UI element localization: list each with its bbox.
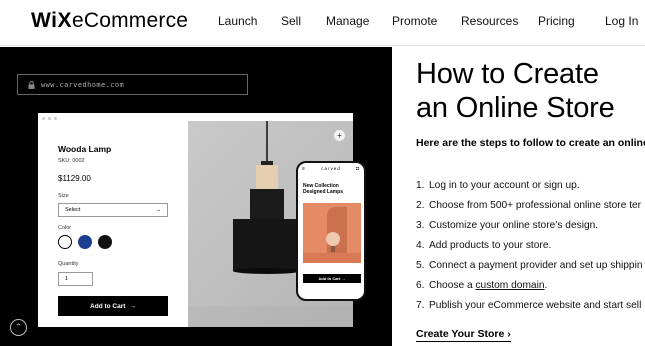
product-details-panel: Wooda Lamp SKU: 0002 $1129.00 Size Selec… [38, 121, 188, 327]
list-item: 4. Add products to your store. [416, 240, 552, 251]
bag-icon: ◘ [355, 166, 360, 172]
nav-manage[interactable]: Manage [326, 14, 369, 28]
lock-icon [28, 80, 35, 89]
page-title: How to Create an Online Store [416, 57, 645, 125]
chevron-down-icon: ⌄ [156, 207, 161, 213]
menu-icon: ≡ [302, 166, 306, 172]
add-to-cart-button[interactable]: Add to Cart → [58, 296, 168, 316]
size-label: Size [58, 193, 69, 199]
chevron-right-icon: › [507, 328, 511, 340]
phone-title-line2: Designed Lamps [303, 189, 344, 195]
list-item: 5. Connect a payment provider and set up … [416, 260, 643, 271]
list-item: 1. Log in to your account or sign up. [416, 180, 580, 191]
phone-lamp-image [303, 203, 361, 263]
page-title-line1: How to Create [416, 58, 599, 90]
add-to-cart-label: Add to Cart [90, 302, 126, 310]
quantity-label: Quantity [58, 261, 79, 267]
steps-list: 1. Log in to your account or sign up. 2. C… [416, 176, 643, 316]
color-swatch-blue[interactable] [78, 235, 92, 249]
create-your-store-label: Create Your Store [416, 328, 505, 340]
logo-ecommerce: eCommerce [71, 9, 189, 32]
zoom-plus-icon[interactable]: + [334, 130, 345, 141]
nav-promote[interactable]: Promote [392, 14, 437, 28]
phone-collection-title: New Collection Designed Lamps [303, 183, 343, 195]
product-sku: SKU: 0002 [58, 158, 85, 164]
scroll-up-icon[interactable]: ⌃ [10, 319, 27, 336]
color-swatch-black[interactable] [98, 235, 112, 249]
product-price: $1129.00 [58, 174, 91, 183]
window-dots [42, 117, 57, 120]
steps-intro: Here are the steps to follow to create a… [416, 137, 645, 149]
list-item: 6. Choose a custom domain. [416, 280, 548, 291]
quantity-input[interactable]: 1 [58, 272, 93, 286]
arrow-right-icon: → [129, 302, 136, 310]
custom-domain-link[interactable]: custom domain [475, 280, 544, 291]
color-swatch-white[interactable] [58, 235, 72, 249]
nav-launch[interactable]: Launch [218, 14, 257, 28]
phone-brand: carved [321, 166, 341, 171]
size-select-value: Select [65, 207, 81, 213]
phone-header: ≡ carved ◘ [298, 166, 364, 174]
nav-log-in[interactable]: Log In [605, 14, 638, 28]
top-navigation: WiXeCommerce Launch Sell Manage Promote … [0, 0, 645, 46]
list-item: 2. Choose from 500+ professional online s… [416, 200, 642, 211]
phone-add-to-cart-button[interactable]: Add to Cart → [303, 274, 361, 283]
color-label: Color [58, 225, 72, 231]
phone-add-to-cart-label: Add to Cart [318, 276, 341, 281]
nav-sell[interactable]: Sell [281, 14, 301, 28]
wix-ecommerce-logo[interactable]: WiXeCommerce [31, 9, 188, 33]
create-your-store-link[interactable]: Create Your Store › [416, 328, 511, 342]
list-item: 7. Publish your eCommerce website and sta… [416, 300, 642, 311]
logo-wix: WiX [31, 9, 72, 32]
browser-url-bar: www.carvedhome.com [17, 74, 248, 95]
nav-pricing[interactable]: Pricing [538, 14, 575, 28]
size-select[interactable]: Select ⌄ [58, 203, 168, 217]
nav-resources[interactable]: Resources [461, 14, 518, 28]
page-title-line2: an Online Store [416, 92, 615, 124]
list-item: 3. Customize your online store’s design. [416, 220, 599, 231]
product-title: Wooda Lamp [58, 144, 112, 154]
phone-mockup: ≡ carved ◘ New Collection Designed Lamps… [296, 161, 366, 301]
store-url: www.carvedhome.com [41, 80, 125, 89]
